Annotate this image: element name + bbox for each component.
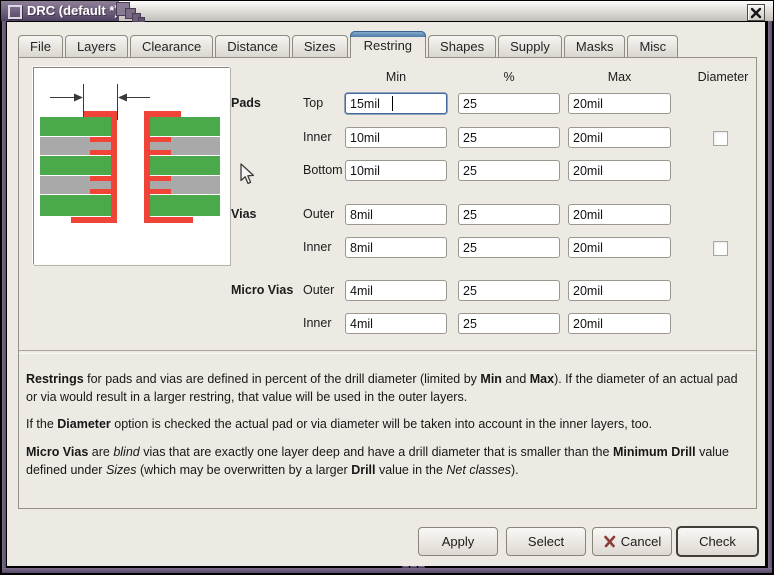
cancel-button[interactable]: Cancel [592, 527, 672, 556]
pads-inner-percent-input[interactable] [458, 127, 560, 148]
column-header-max: Max [568, 70, 671, 85]
vias-inner-min-input[interactable] [345, 237, 447, 258]
cancel-x-icon [603, 535, 616, 548]
row-label-microvias-inner: Inner [303, 313, 349, 334]
column-header-diameter: Diameter [687, 70, 759, 85]
pads-top-percent-input[interactable] [458, 93, 560, 114]
column-header-min: Min [345, 70, 447, 85]
pads-inner-max-input[interactable] [568, 127, 671, 148]
window-title: DRC (default *) [27, 1, 119, 21]
group-label-pads: Pads [231, 93, 309, 114]
close-icon [750, 7, 762, 19]
help-paragraph-micro-vias: Micro Vias are blind vias that are exact… [26, 443, 749, 479]
tab-supply[interactable]: Supply [498, 35, 562, 57]
window-menu-icon[interactable] [8, 5, 22, 19]
tab-clearance[interactable]: Clearance [130, 35, 213, 57]
microvias-inner-min-input[interactable] [345, 313, 447, 334]
pads-inner-min-input[interactable] [345, 127, 447, 148]
drc-dialog: File Layers Clearance Distance Sizes Res… [7, 22, 765, 566]
vias-inner-diameter-checkbox[interactable] [713, 241, 728, 256]
window-border-bottom [2, 568, 772, 573]
window-titlebar[interactable]: DRC (default *) [1, 1, 773, 21]
tab-sizes[interactable]: Sizes [292, 35, 348, 57]
cancel-button-label: Cancel [621, 534, 661, 549]
pads-bottom-max-input[interactable] [568, 160, 671, 181]
microvias-inner-percent-input[interactable] [458, 313, 560, 334]
pads-top-max-input[interactable] [568, 93, 671, 114]
vias-inner-max-input[interactable] [568, 237, 671, 258]
vias-outer-percent-input[interactable] [458, 204, 560, 225]
text-caret [392, 96, 393, 111]
vias-outer-max-input[interactable] [568, 204, 671, 225]
row-label-vias-inner: Inner [303, 237, 349, 258]
microvias-outer-min-input[interactable] [345, 280, 447, 301]
mouse-cursor [240, 163, 255, 186]
microvias-inner-max-input[interactable] [568, 313, 671, 334]
restring-tab-panel: Min % Max Diameter Pads Top Inner Bottom… [18, 57, 757, 509]
column-header-percent: % [458, 70, 560, 85]
titlebar-title-area: DRC (default *) [1, 1, 119, 21]
pads-inner-diameter-checkbox[interactable] [713, 131, 728, 146]
tab-misc[interactable]: Misc [627, 35, 678, 57]
tab-layers[interactable]: Layers [65, 35, 128, 57]
apply-button-label: Apply [442, 534, 475, 549]
close-button[interactable] [747, 4, 765, 21]
row-label-vias-outer: Outer [303, 204, 349, 225]
group-label-vias: Vias [231, 204, 309, 225]
select-button[interactable]: Select [506, 527, 586, 556]
window-border-right [768, 21, 772, 573]
row-label-pads-inner: Inner [303, 127, 349, 148]
vias-outer-min-input[interactable] [345, 204, 447, 225]
row-label-pads-top: Top [303, 93, 349, 114]
apply-button[interactable]: Apply [418, 527, 498, 556]
microvias-outer-percent-input[interactable] [458, 280, 560, 301]
tab-shapes[interactable]: Shapes [428, 35, 496, 57]
select-button-label: Select [528, 534, 564, 549]
pads-bottom-percent-input[interactable] [458, 160, 560, 181]
separator-line [19, 350, 756, 354]
pads-top-min-input[interactable] [345, 93, 447, 114]
pads-bottom-min-input[interactable] [345, 160, 447, 181]
microvias-outer-max-input[interactable] [568, 280, 671, 301]
window-border-left [2, 21, 6, 573]
tab-distance[interactable]: Distance [215, 35, 290, 57]
tab-strip: File Layers Clearance Distance Sizes Res… [18, 31, 678, 57]
tab-restring[interactable]: Restring [350, 31, 426, 58]
group-label-micro-vias: Micro Vias [231, 280, 309, 301]
row-label-pads-bottom: Bottom [303, 160, 349, 181]
vias-inner-percent-input[interactable] [458, 237, 560, 258]
help-paragraph-diameter: If the Diameter option is checked the ac… [26, 415, 749, 433]
pcb-cross-section-preview [33, 67, 230, 265]
check-button-label: Check [699, 534, 736, 549]
row-label-microvias-outer: Outer [303, 280, 349, 301]
help-paragraph-restrings: Restrings for pads and vias are defined … [26, 370, 749, 406]
tab-masks[interactable]: Masks [564, 35, 626, 57]
tab-file[interactable]: File [18, 35, 63, 57]
check-button[interactable]: Check [676, 526, 759, 557]
